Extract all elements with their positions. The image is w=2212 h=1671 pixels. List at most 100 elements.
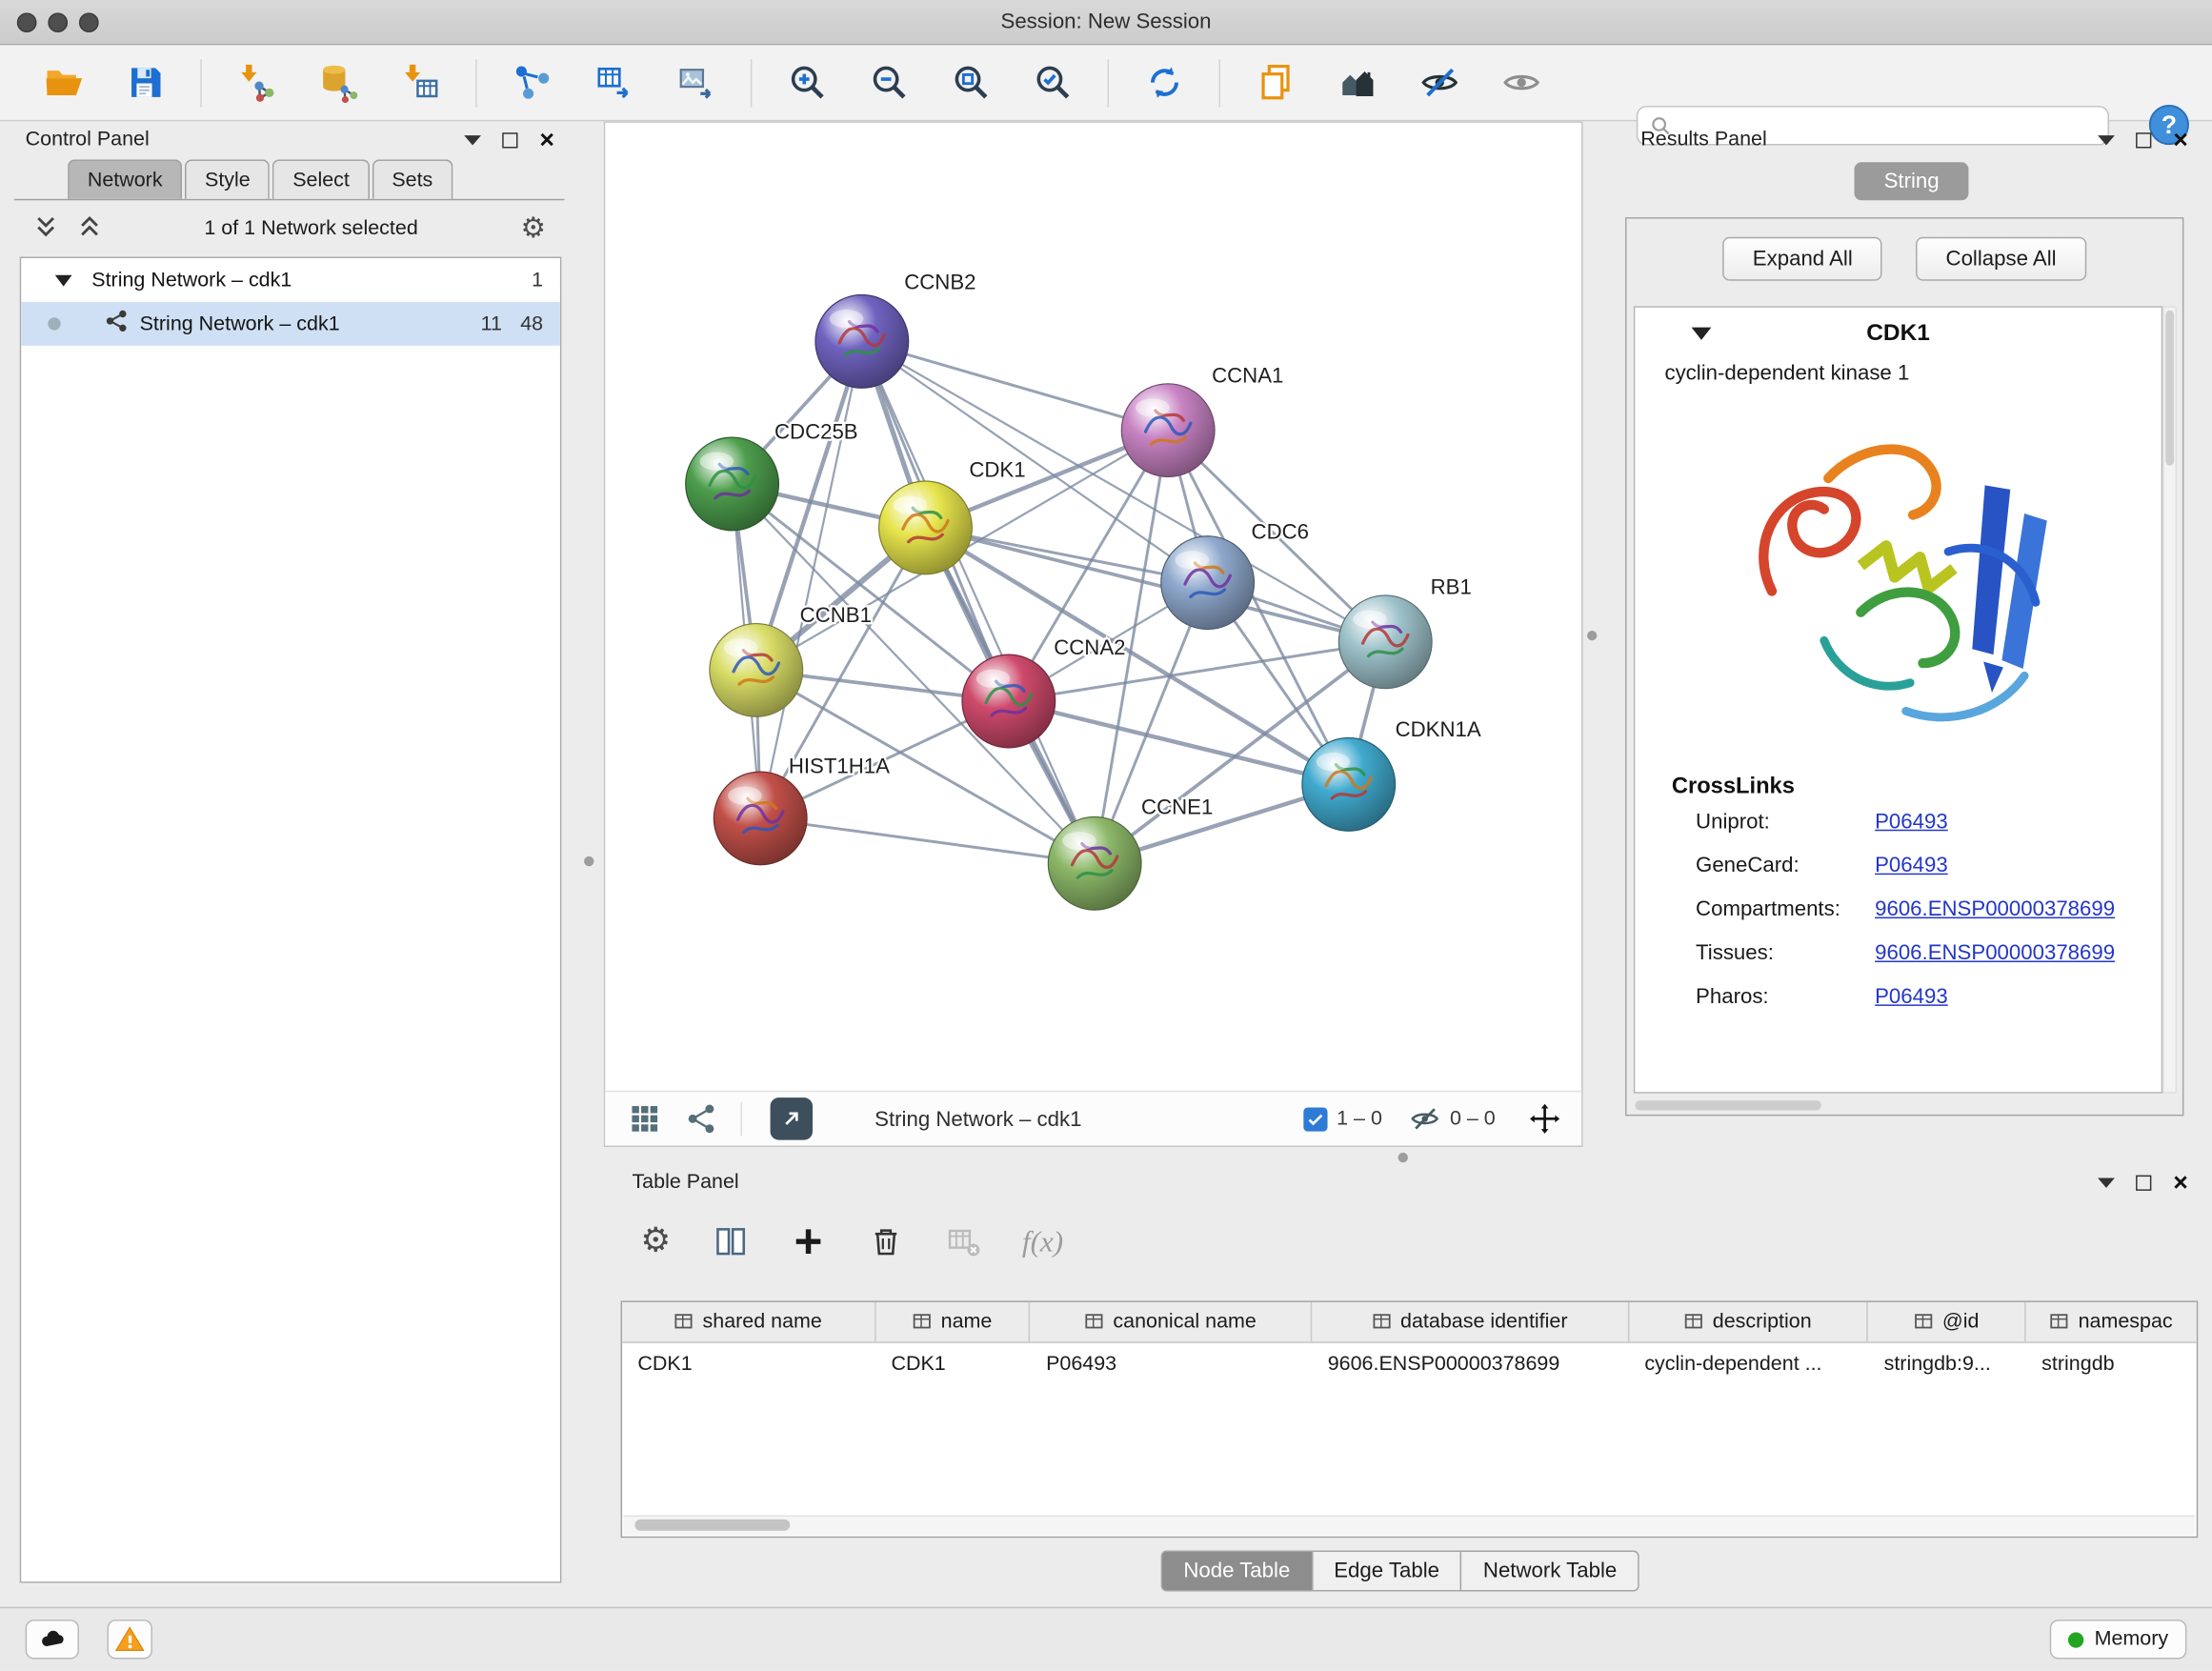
cell-name[interactable]: CDK1 — [875, 1343, 1031, 1385]
float-panel-icon[interactable] — [503, 131, 518, 147]
share-view-icon[interactable] — [684, 1102, 718, 1137]
cell-database-identifier[interactable]: 9606.ENSP00000378699 — [1312, 1343, 1629, 1385]
network-node-cdk1[interactable] — [879, 481, 973, 574]
collapse-triangle-icon[interactable] — [55, 274, 72, 286]
birdseye-view-button[interactable] — [1330, 55, 1383, 109]
collapse-triangle-icon[interactable] — [1692, 327, 1712, 339]
float-panel-icon[interactable] — [2137, 131, 2152, 147]
close-panel-icon[interactable] — [539, 131, 554, 149]
cell-shared-name[interactable]: CDK1 — [622, 1343, 875, 1385]
cell-description[interactable]: cyclin-dependent ... — [1629, 1343, 1868, 1385]
crosslink-link[interactable]: P06493 — [1875, 854, 1948, 877]
zoom-selected-button[interactable] — [1026, 55, 1079, 109]
network-edge[interactable] — [925, 528, 1385, 642]
export-image-button[interactable] — [669, 55, 722, 109]
network-options-gear-icon[interactable] — [521, 214, 547, 243]
delete-column-trash-icon[interactable] — [867, 1223, 904, 1260]
column-header-namespace[interactable]: namespac — [2026, 1302, 2197, 1341]
cloud-status-button[interactable] — [26, 1620, 79, 1659]
network-collection-row[interactable]: String Network – cdk1 1 — [21, 258, 560, 302]
tab-string[interactable]: String — [1855, 162, 1969, 200]
cell-canonical-name[interactable]: P06493 — [1031, 1343, 1313, 1385]
memory-button[interactable]: Memory — [2049, 1620, 2186, 1659]
vertical-splitter-handle[interactable] — [1587, 631, 1597, 640]
cell-namespace[interactable]: stringdb — [2026, 1343, 2197, 1385]
expand-all-button[interactable]: Expand All — [1723, 237, 1882, 281]
selected-checkbox-icon[interactable] — [1303, 1107, 1327, 1131]
tab-network-table[interactable]: Network Table — [1460, 1551, 1639, 1592]
crosslink-link[interactable]: P06493 — [1875, 985, 1948, 1009]
zoom-fit-button[interactable] — [944, 55, 997, 109]
network-edge[interactable] — [760, 341, 862, 818]
panel-menu-icon[interactable] — [465, 134, 482, 144]
tab-node-table[interactable]: Node Table — [1161, 1551, 1313, 1592]
table-horizontal-scrollbar[interactable] — [624, 1515, 2196, 1535]
table-row[interactable]: CDK1 CDK1 P06493 9606.ENSP00000378699 cy… — [622, 1343, 2197, 1385]
close-panel-icon[interactable] — [2173, 131, 2188, 149]
show-columns-icon[interactable] — [712, 1223, 749, 1260]
minimize-window-button[interactable] — [48, 12, 68, 32]
save-session-button[interactable] — [118, 55, 171, 109]
scrollbar-thumb[interactable] — [634, 1520, 790, 1531]
add-column-plus-icon[interactable] — [790, 1223, 827, 1260]
crosslink-link[interactable]: 9606.ENSP00000378699 — [1875, 941, 2115, 965]
column-header-name[interactable]: name — [875, 1302, 1031, 1341]
network-node-cdc6[interactable] — [1161, 536, 1255, 630]
crosslink-link[interactable]: P06493 — [1875, 810, 1948, 834]
close-panel-icon[interactable] — [2173, 1174, 2188, 1191]
open-in-new-window-button[interactable] — [771, 1097, 813, 1139]
float-panel-icon[interactable] — [2137, 1175, 2152, 1190]
close-window-button[interactable] — [17, 12, 37, 32]
import-table-button[interactable] — [393, 55, 447, 109]
column-header-canonical-name[interactable]: canonical name — [1031, 1302, 1313, 1341]
network-edge[interactable] — [862, 341, 1168, 430]
network-node-hist1h1a[interactable] — [714, 772, 807, 865]
tab-network[interactable]: Network — [68, 159, 182, 198]
network-node-ccne1[interactable] — [1048, 816, 1141, 910]
apply-layout-button[interactable] — [1137, 55, 1191, 109]
tab-style[interactable]: Style — [185, 159, 270, 198]
network-node-ccna1[interactable] — [1121, 384, 1215, 477]
column-header-id[interactable]: @id — [1868, 1302, 2026, 1341]
pan-crosshair-icon[interactable] — [1528, 1102, 1562, 1137]
network-node-rb1[interactable] — [1338, 595, 1432, 689]
maximize-window-button[interactable] — [79, 12, 99, 32]
panel-menu-icon[interactable] — [2099, 134, 2116, 144]
zoom-in-button[interactable] — [780, 55, 834, 109]
import-network-file-button[interactable] — [230, 55, 283, 109]
network-edge[interactable] — [862, 341, 1095, 863]
network-edge[interactable] — [760, 818, 1095, 863]
tab-sets[interactable]: Sets — [372, 159, 452, 198]
results-vertical-scrollbar[interactable] — [2162, 306, 2177, 1093]
cell-id[interactable]: stringdb:9... — [1868, 1343, 2026, 1385]
new-network-from-selection-button[interactable] — [505, 55, 558, 109]
hide-selected-button[interactable] — [1412, 55, 1465, 109]
collapse-all-button[interactable]: Collapse All — [1916, 237, 2085, 281]
import-network-database-button[interactable] — [312, 55, 365, 109]
crosslink-link[interactable]: 9606.ENSP00000378699 — [1875, 897, 2115, 921]
network-row-selected[interactable]: String Network – cdk1 11 48 — [21, 302, 560, 346]
network-node-ccnb2[interactable] — [815, 295, 909, 389]
tab-select[interactable]: Select — [272, 159, 369, 198]
grid-view-icon[interactable] — [628, 1102, 662, 1137]
zoom-out-button[interactable] — [862, 55, 915, 109]
vertical-splitter-handle[interactable] — [584, 856, 593, 866]
results-horizontal-scrollbar[interactable] — [1635, 1100, 1820, 1110]
column-header-database-identifier[interactable]: database identifier — [1312, 1302, 1629, 1341]
panel-menu-icon[interactable] — [2099, 1178, 2116, 1187]
copy-document-button[interactable] — [1249, 55, 1302, 109]
collapse-all-networks-icon[interactable] — [77, 213, 101, 243]
gene-section-header[interactable]: CDK1 — [1635, 308, 2161, 358]
expand-all-networks-icon[interactable] — [34, 213, 58, 243]
show-graphics-details-button[interactable] — [1494, 55, 1547, 109]
table-options-gear-icon[interactable] — [640, 1227, 671, 1256]
network-node-cdkn1a[interactable] — [1302, 738, 1396, 832]
column-header-description[interactable]: description — [1629, 1302, 1868, 1341]
network-canvas[interactable]: CCNB2CCNA1CDC25BCDK1CDC6RB1CCNB1CCNA2CDK… — [605, 123, 1581, 1092]
horizontal-splitter-handle[interactable] — [1398, 1153, 1408, 1162]
tab-edge-table[interactable]: Edge Table — [1312, 1551, 1462, 1592]
open-session-button[interactable] — [37, 55, 90, 109]
network-node-ccnb1[interactable] — [710, 624, 803, 717]
hidden-eye-slash-icon[interactable] — [1409, 1103, 1440, 1135]
column-header-shared-name[interactable]: shared name — [622, 1302, 875, 1341]
